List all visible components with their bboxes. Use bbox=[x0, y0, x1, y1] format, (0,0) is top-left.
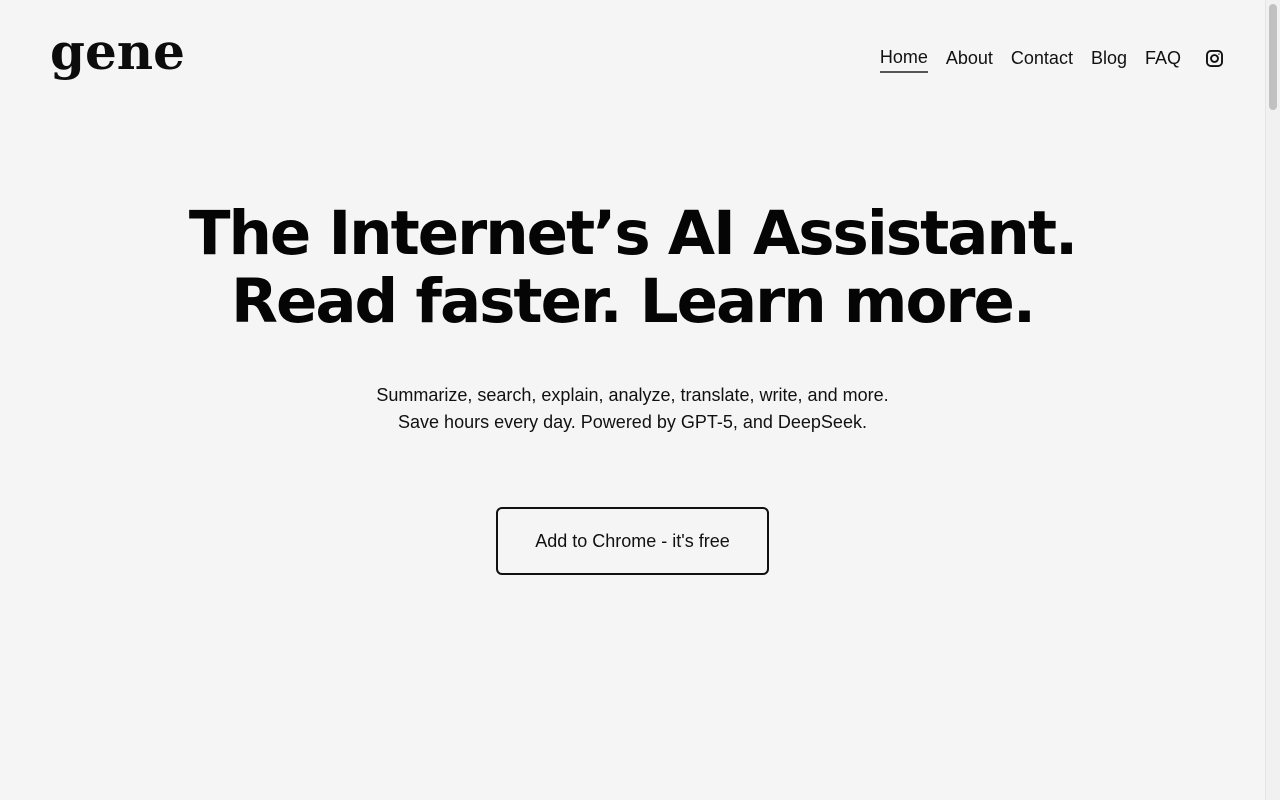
logo[interactable]: gene bbox=[50, 22, 185, 82]
nav-link-about[interactable]: About bbox=[946, 45, 993, 72]
vertical-scrollbar[interactable] bbox=[1265, 0, 1280, 800]
add-to-chrome-button[interactable]: Add to Chrome - it's free bbox=[496, 507, 769, 575]
scrollbar-thumb[interactable] bbox=[1269, 4, 1277, 110]
hero-headline: The Internet’s AI Assistant. Read faster… bbox=[0, 200, 1265, 336]
nav-link-blog[interactable]: Blog bbox=[1091, 45, 1127, 72]
page: gene Home About Contact Blog FAQ The Int… bbox=[0, 0, 1265, 800]
headline-line-2: Read faster. Learn more. bbox=[231, 266, 1036, 337]
subtext-line-2: Save hours every day. Powered by GPT-5, … bbox=[398, 412, 867, 432]
hero-subtext: Summarize, search, explain, analyze, tra… bbox=[0, 382, 1265, 436]
cta-container: Add to Chrome - it's free bbox=[0, 507, 1265, 575]
subtext-line-1: Summarize, search, explain, analyze, tra… bbox=[376, 385, 889, 405]
nav-link-faq[interactable]: FAQ bbox=[1145, 45, 1181, 72]
instagram-icon[interactable] bbox=[1205, 49, 1224, 68]
hero-section: The Internet’s AI Assistant. Read faster… bbox=[0, 200, 1265, 436]
main-nav: Home About Contact Blog FAQ bbox=[862, 44, 1224, 73]
nav-link-home[interactable]: Home bbox=[879, 44, 928, 73]
headline-line-1: The Internet’s AI Assistant. bbox=[188, 198, 1078, 269]
nav-link-contact[interactable]: Contact bbox=[1011, 45, 1073, 72]
